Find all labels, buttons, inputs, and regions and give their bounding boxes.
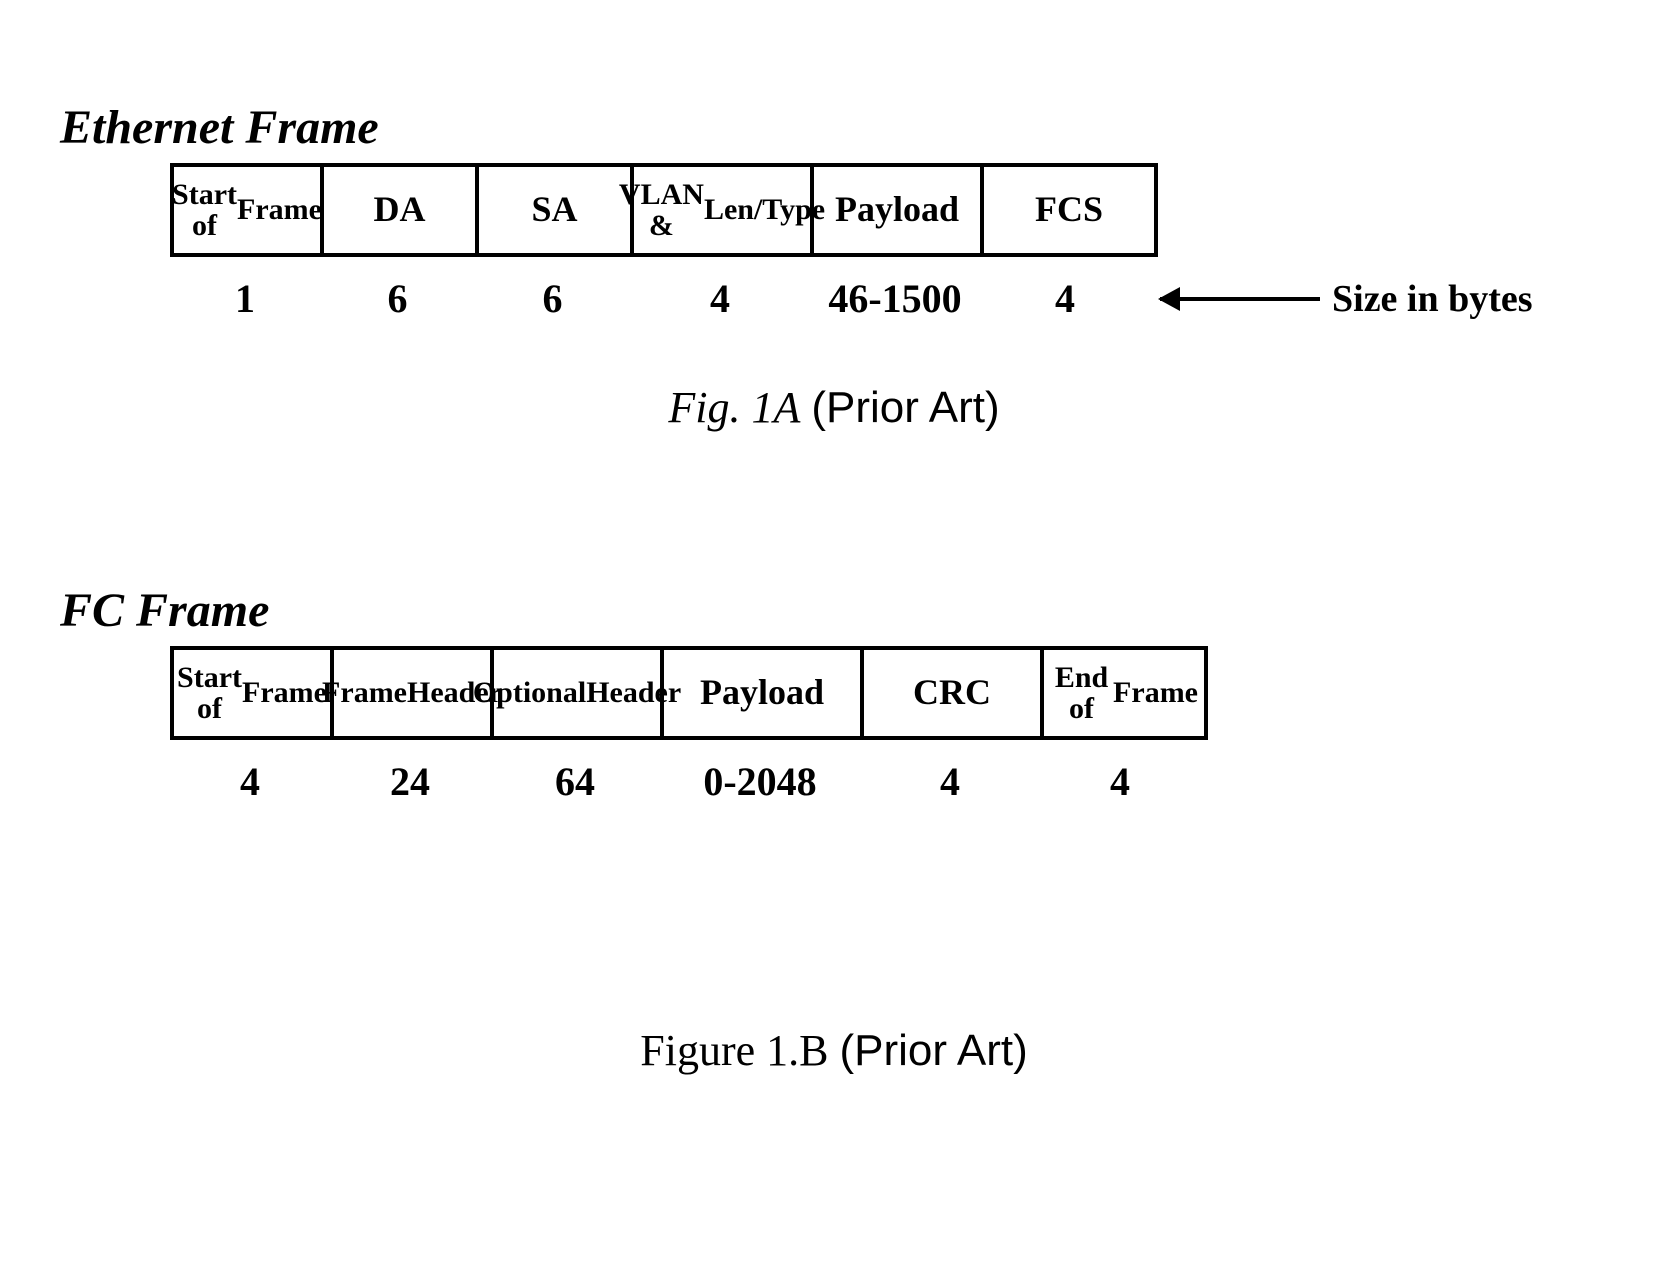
fc-caption-suffix: (Prior Art) [840, 1026, 1028, 1075]
ethernet-size-2: 6 [475, 275, 630, 322]
fc-caption-num: 1.B [766, 1026, 828, 1075]
fc-field-4: CRC [864, 650, 1044, 736]
fc-frame-table: Start ofFrameFrameHeaderOptionalHeaderPa… [170, 646, 1208, 740]
ethernet-frame-row: Start ofFrameDASAVLAN &Len/TypePayloadFC… [170, 163, 1608, 257]
ethernet-caption-suffix: (Prior Art) [811, 383, 999, 432]
ethernet-caption-prefix: Fig. [668, 383, 740, 432]
ethernet-field-3: VLAN &Len/Type [634, 167, 814, 253]
fc-sizes-row: 424640-204844 [170, 758, 1608, 805]
ethernet-field-4: Payload [814, 167, 984, 253]
fc-caption: Figure 1.B (Prior Art) [60, 1025, 1608, 1076]
ethernet-sizes-row: 166446-15004Size in bytes [170, 275, 1608, 322]
fc-caption-prefix: Figure [640, 1026, 755, 1075]
fc-size-5: 4 [1040, 758, 1200, 805]
ethernet-size-0: 1 [170, 275, 320, 322]
fc-size-2: 64 [490, 758, 660, 805]
fc-size-4: 4 [860, 758, 1040, 805]
fc-size-1: 24 [330, 758, 490, 805]
ethernet-title: Ethernet Frame [60, 100, 1608, 155]
ethernet-field-5: FCS [984, 167, 1154, 253]
fc-field-2: OptionalHeader [494, 650, 664, 736]
fc-frame-row: Start ofFrameFrameHeaderOptionalHeaderPa… [170, 646, 1608, 740]
arrow-left-icon [1160, 297, 1320, 301]
fc-block: FC Frame Start ofFrameFrameHeaderOptiona… [60, 583, 1608, 1076]
ethernet-block: Ethernet Frame Start ofFrameDASAVLAN &Le… [60, 100, 1608, 433]
ethernet-caption: Fig. 1A (Prior Art) [60, 382, 1608, 433]
ethernet-size-note: Size in bytes [1332, 277, 1533, 321]
ethernet-field-1: DA [324, 167, 479, 253]
fc-size-0: 4 [170, 758, 330, 805]
ethernet-size-1: 6 [320, 275, 475, 322]
fc-field-5: End ofFrame [1044, 650, 1204, 736]
fc-field-3: Payload [664, 650, 864, 736]
fc-size-3: 0-2048 [660, 758, 860, 805]
ethernet-size-note-group: Size in bytes [1160, 277, 1533, 321]
ethernet-size-5: 4 [980, 275, 1150, 322]
fc-title: FC Frame [60, 583, 1608, 638]
ethernet-size-3: 4 [630, 275, 810, 322]
page: Ethernet Frame Start ofFrameDASAVLAN &Le… [0, 0, 1668, 1276]
fc-field-1: FrameHeader [334, 650, 494, 736]
ethernet-field-2: SA [479, 167, 634, 253]
ethernet-field-0: Start ofFrame [174, 167, 324, 253]
ethernet-size-4: 46-1500 [810, 275, 980, 322]
ethernet-caption-num: 1A [751, 383, 800, 432]
fc-field-0: Start ofFrame [174, 650, 334, 736]
ethernet-frame-table: Start ofFrameDASAVLAN &Len/TypePayloadFC… [170, 163, 1158, 257]
